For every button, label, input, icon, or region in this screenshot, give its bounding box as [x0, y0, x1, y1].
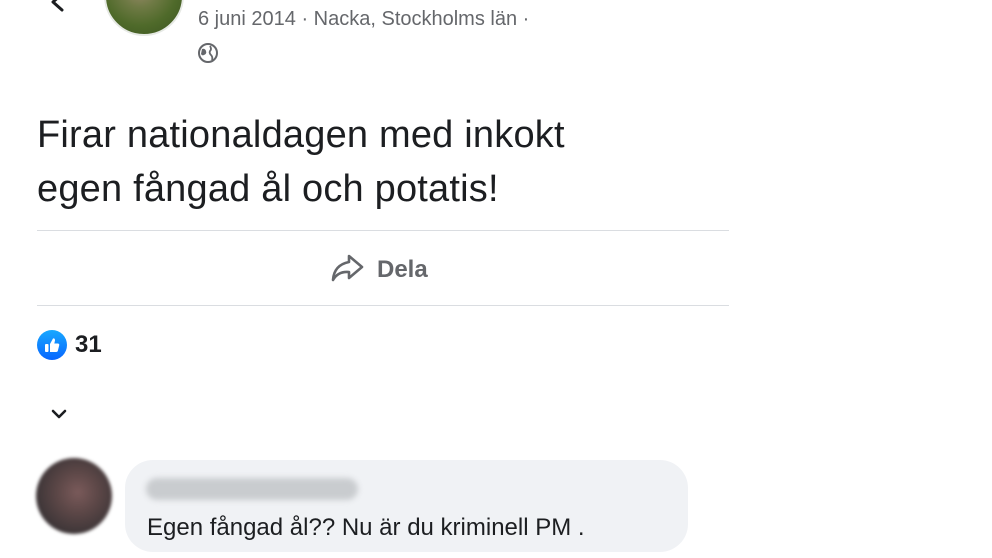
divider-bottom	[37, 305, 729, 306]
divider-top	[37, 230, 729, 231]
share-button[interactable]: Dela	[329, 248, 428, 292]
thumbs-up-icon	[37, 330, 67, 360]
chevron-down-icon[interactable]	[45, 402, 73, 426]
comment-text: Egen fångad ål?? Nu är du kriminell PM .	[147, 514, 585, 541]
post-text-line-1: Firar nationaldagen med inkokt	[37, 114, 565, 156]
back-arrow-icon[interactable]	[42, 0, 74, 18]
meta-separator-2: ·	[522, 8, 530, 30]
commenter-avatar[interactable]	[36, 458, 112, 534]
post-screen: 6 juni 2014 · Nacka, Stockholms län · Fi…	[0, 0, 992, 558]
author-avatar[interactable]	[104, 0, 184, 36]
post-meta: 6 juni 2014 · Nacka, Stockholms län ·	[198, 8, 529, 30]
post-date[interactable]: 6 juni 2014	[198, 8, 296, 30]
post-text-line-2: egen fångad ål och potatis!	[37, 168, 499, 210]
reaction-count: 31	[75, 331, 102, 358]
share-arrow-icon	[329, 252, 365, 289]
reaction-summary[interactable]: 31	[37, 330, 102, 360]
meta-separator: ·	[301, 8, 309, 30]
more-dots-icon[interactable]	[692, 0, 732, 6]
globe-icon[interactable]	[197, 42, 219, 64]
commenter-name-blurred[interactable]	[146, 478, 358, 500]
post-text: Firar nationaldagen med inkokt egen fång…	[37, 108, 727, 216]
post-location[interactable]: Nacka, Stockholms län	[314, 8, 517, 30]
share-label: Dela	[377, 256, 428, 283]
